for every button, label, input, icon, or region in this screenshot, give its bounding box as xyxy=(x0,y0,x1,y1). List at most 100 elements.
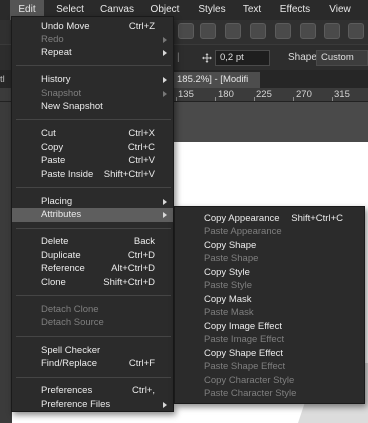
menu-item-label: History xyxy=(41,74,71,85)
menu-item-placing[interactable]: Placing xyxy=(12,195,173,208)
menu-item-shortcut: Ctrl+Z xyxy=(128,21,155,32)
submenu-arrow-icon xyxy=(163,37,167,43)
tool-button[interactable] xyxy=(348,23,364,39)
menu-item-copy-shape-effect[interactable]: Copy Shape Effect xyxy=(175,347,364,360)
menu-item-delete[interactable]: Delete Back xyxy=(12,235,173,248)
menu-item-shortcut: Ctrl+, xyxy=(132,385,155,396)
tool-button[interactable] xyxy=(225,23,241,39)
ruler-label: 135 xyxy=(178,89,194,100)
menu-item-shortcut: Shift+Ctrl+C xyxy=(291,213,343,224)
menu-item-shortcut: Alt+Ctrl+D xyxy=(111,263,155,274)
menu-item-preferences[interactable]: Preferences Ctrl+, xyxy=(12,384,173,397)
menu-separator xyxy=(16,65,171,66)
menu-item-reference[interactable]: Reference Alt+Ctrl+D xyxy=(12,262,173,275)
menu-item-paste-mask[interactable]: Paste Mask xyxy=(175,306,364,319)
ruler-tick xyxy=(332,97,333,101)
menu-item-attributes[interactable]: Attributes xyxy=(12,208,173,222)
submenu-arrow-icon xyxy=(163,77,167,83)
tool-button[interactable] xyxy=(324,23,340,39)
menu-item-label: Paste Character Style xyxy=(204,388,297,399)
menu-item-paste-shape-effect[interactable]: Paste Shape Effect xyxy=(175,360,364,373)
shape-dropdown[interactable]: Custom xyxy=(316,50,368,66)
menu-item-shortcut: Ctrl+F xyxy=(128,358,155,369)
menu-item-detach-source[interactable]: Detach Source xyxy=(12,316,173,329)
tool-button[interactable] xyxy=(178,23,194,39)
ruler-label: 270 xyxy=(296,89,312,100)
menu-item-shortcut: Back xyxy=(133,236,155,247)
menu-item-label: Copy Shape Effect xyxy=(204,348,284,359)
menu-item-copy-appearance[interactable]: Copy Appearance Shift+Ctrl+C xyxy=(175,212,364,225)
menu-item-label: Preference Files xyxy=(41,399,111,410)
stroke-width-field[interactable]: 0,2 pt xyxy=(215,50,270,66)
menu-item-shortcut: Ctrl+C xyxy=(127,142,155,153)
menu-item-paste-appearance[interactable]: Paste Appearance xyxy=(175,225,364,238)
menu-item-paste-style[interactable]: Paste Style xyxy=(175,279,364,292)
menu-separator xyxy=(16,377,171,378)
menu-separator xyxy=(16,336,171,337)
menu-item-label: Copy xyxy=(41,142,64,153)
menu-item-paste[interactable]: Paste Ctrl+V xyxy=(12,154,173,167)
menu-item-label: Copy Shape xyxy=(204,240,257,251)
menu-item-paste-shape[interactable]: Paste Shape xyxy=(175,252,364,265)
move-icon xyxy=(202,53,212,63)
submenu-arrow-icon xyxy=(163,402,167,408)
menu-item-copy-style[interactable]: Copy Style xyxy=(175,266,364,279)
menu-separator xyxy=(16,187,171,188)
menu-effects[interactable]: Effects xyxy=(278,0,312,20)
menu-item-label: Undo Move xyxy=(41,21,90,32)
menu-item-snapshot[interactable]: Snapshot xyxy=(12,87,173,100)
menu-text[interactable]: Text xyxy=(239,0,265,20)
menu-item-spell-checker[interactable]: Spell Checker xyxy=(12,344,173,357)
menu-item-paste-inside[interactable]: Paste Inside Shift+Ctrl+V xyxy=(12,168,173,181)
attributes-submenu: Copy Appearance Shift+Ctrl+C Paste Appea… xyxy=(174,206,365,404)
tool-button[interactable] xyxy=(300,23,316,39)
menu-item-label: Paste Image Effect xyxy=(204,334,285,345)
menu-item-cut[interactable]: Cut Ctrl+X xyxy=(12,127,173,140)
menu-item-repeat[interactable]: Repeat xyxy=(12,46,173,59)
property-divider: | xyxy=(177,52,180,63)
menu-item-label: Copy Style xyxy=(204,267,250,278)
menu-item-redo[interactable]: Redo xyxy=(12,33,173,46)
menu-view[interactable]: View xyxy=(326,0,354,20)
menu-item-shortcut: Shift+Ctrl+V xyxy=(103,169,155,180)
ruler-tick xyxy=(215,97,216,101)
menu-item-shortcut: Ctrl+X xyxy=(128,128,155,139)
menu-item-copy-shape[interactable]: Copy Shape xyxy=(175,239,364,252)
menu-item-copy[interactable]: Copy Ctrl+C xyxy=(12,141,173,154)
ruler-tick xyxy=(293,97,294,101)
menu-item-history[interactable]: History xyxy=(12,73,173,86)
menu-item-label: Paste Inside xyxy=(41,169,94,180)
tool-button[interactable] xyxy=(200,23,216,39)
tool-button[interactable] xyxy=(250,23,266,39)
menu-item-label: Detach Clone xyxy=(41,304,99,315)
document-tab[interactable]: 185.2%] - [Modifi xyxy=(174,72,260,88)
menu-item-copy-mask[interactable]: Copy Mask xyxy=(175,293,364,306)
menu-item-undo-move[interactable]: Undo Move Ctrl+Z xyxy=(12,20,173,33)
ruler-tick xyxy=(254,97,255,101)
menu-item-label: Copy Appearance xyxy=(204,213,280,224)
menu-item-copy-character-style[interactable]: Copy Character Style xyxy=(175,374,364,387)
menu-item-new-snapshot[interactable]: New Snapshot xyxy=(12,100,173,113)
menu-item-clone[interactable]: Clone Shift+Ctrl+D xyxy=(12,276,173,289)
menu-item-label: Copy Image Effect xyxy=(204,321,282,332)
tool-button[interactable] xyxy=(275,23,291,39)
menu-item-paste-character-style[interactable]: Paste Character Style xyxy=(175,387,364,400)
shape-label: Shape xyxy=(288,52,317,63)
ruler-label: 180 xyxy=(218,89,234,100)
menu-item-detach-clone[interactable]: Detach Clone xyxy=(12,303,173,316)
menu-item-label: Redo xyxy=(41,34,64,45)
submenu-arrow-icon xyxy=(163,212,167,218)
menu-item-label: Repeat xyxy=(41,47,72,58)
submenu-arrow-icon xyxy=(163,50,167,56)
menu-separator xyxy=(16,119,171,120)
menu-item-find-replace[interactable]: Find/Replace Ctrl+F xyxy=(12,357,173,370)
menu-item-label: Copy Mask xyxy=(204,294,252,305)
menu-item-label: Paste xyxy=(41,155,66,166)
menu-item-label: Clone xyxy=(41,277,66,288)
menu-item-label: Paste Appearance xyxy=(204,226,282,237)
menu-styles[interactable]: Styles xyxy=(196,0,228,20)
menu-item-copy-image-effect[interactable]: Copy Image Effect xyxy=(175,320,364,333)
menu-item-duplicate[interactable]: Duplicate Ctrl+D xyxy=(12,249,173,262)
menu-item-preference-files[interactable]: Preference Files xyxy=(12,398,173,411)
menu-item-paste-image-effect[interactable]: Paste Image Effect xyxy=(175,333,364,346)
